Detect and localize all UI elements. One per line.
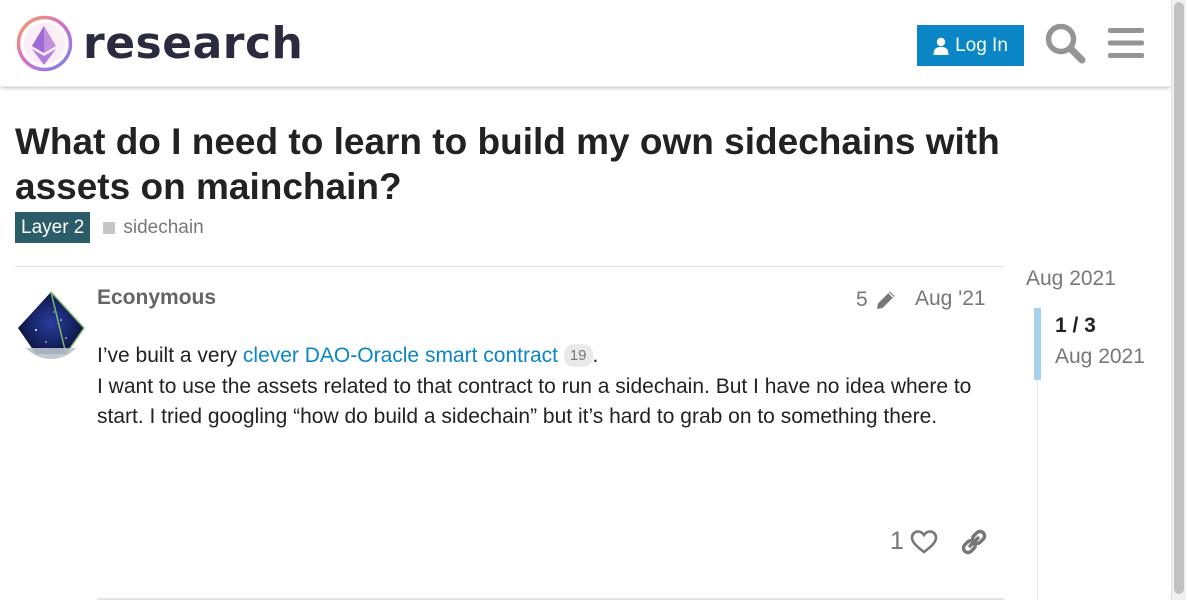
tag-label: sidechain — [123, 216, 204, 238]
post-actions: 1 — [890, 527, 988, 556]
timeline-start-date[interactable]: Aug 2021 — [1026, 267, 1116, 291]
contract-link[interactable]: clever DAO-Oracle smart contract — [243, 344, 558, 367]
tag-sidechain[interactable]: sidechain — [103, 216, 204, 239]
login-label: Log In — [955, 34, 1008, 56]
post-date[interactable]: Aug '21 — [915, 287, 986, 311]
category-badge[interactable]: Layer 2 — [15, 212, 91, 243]
heart-icon[interactable] — [910, 529, 938, 555]
topic-title[interactable]: What do I need to learn to build my own … — [15, 119, 1055, 209]
link-click-count: 19 — [563, 344, 593, 367]
post-text-rest: I want to use the assets related to that… — [97, 374, 972, 429]
search-icon[interactable] — [1044, 22, 1086, 64]
site-logo[interactable]: research — [16, 15, 303, 72]
ethereum-research-logo — [16, 15, 73, 72]
tag-square-icon — [103, 221, 116, 234]
scrollbar-thumb[interactable] — [1174, 2, 1184, 594]
link-icon[interactable] — [960, 528, 988, 556]
post-author[interactable]: Econymous — [97, 286, 216, 310]
topic-tags: Layer 2 sidechain — [15, 212, 204, 243]
hamburger-menu-icon[interactable] — [1105, 22, 1147, 64]
post-text-period: . — [592, 344, 599, 367]
like-count[interactable]: 1 — [890, 527, 904, 556]
scrollbar[interactable] — [1171, 0, 1186, 600]
user-icon — [933, 37, 949, 55]
post-text-intro: I’ve built a very — [97, 344, 243, 367]
login-button[interactable]: Log In — [917, 25, 1024, 66]
timeline-current-date: Aug 2021 — [1055, 345, 1145, 368]
avatar[interactable] — [16, 290, 86, 360]
site-name: research — [83, 18, 304, 69]
site-header: research Log In — [0, 0, 1171, 87]
post-body: I’ve built a very clever DAO-Oracle smar… — [97, 341, 997, 433]
edit-history[interactable]: 5 — [856, 288, 898, 312]
timeline-handle[interactable] — [1034, 308, 1041, 380]
edit-count: 5 — [856, 288, 868, 311]
pencil-icon — [876, 291, 895, 309]
timeline-position: 1 / 3 — [1055, 314, 1096, 337]
topic-divider — [15, 266, 1004, 267]
